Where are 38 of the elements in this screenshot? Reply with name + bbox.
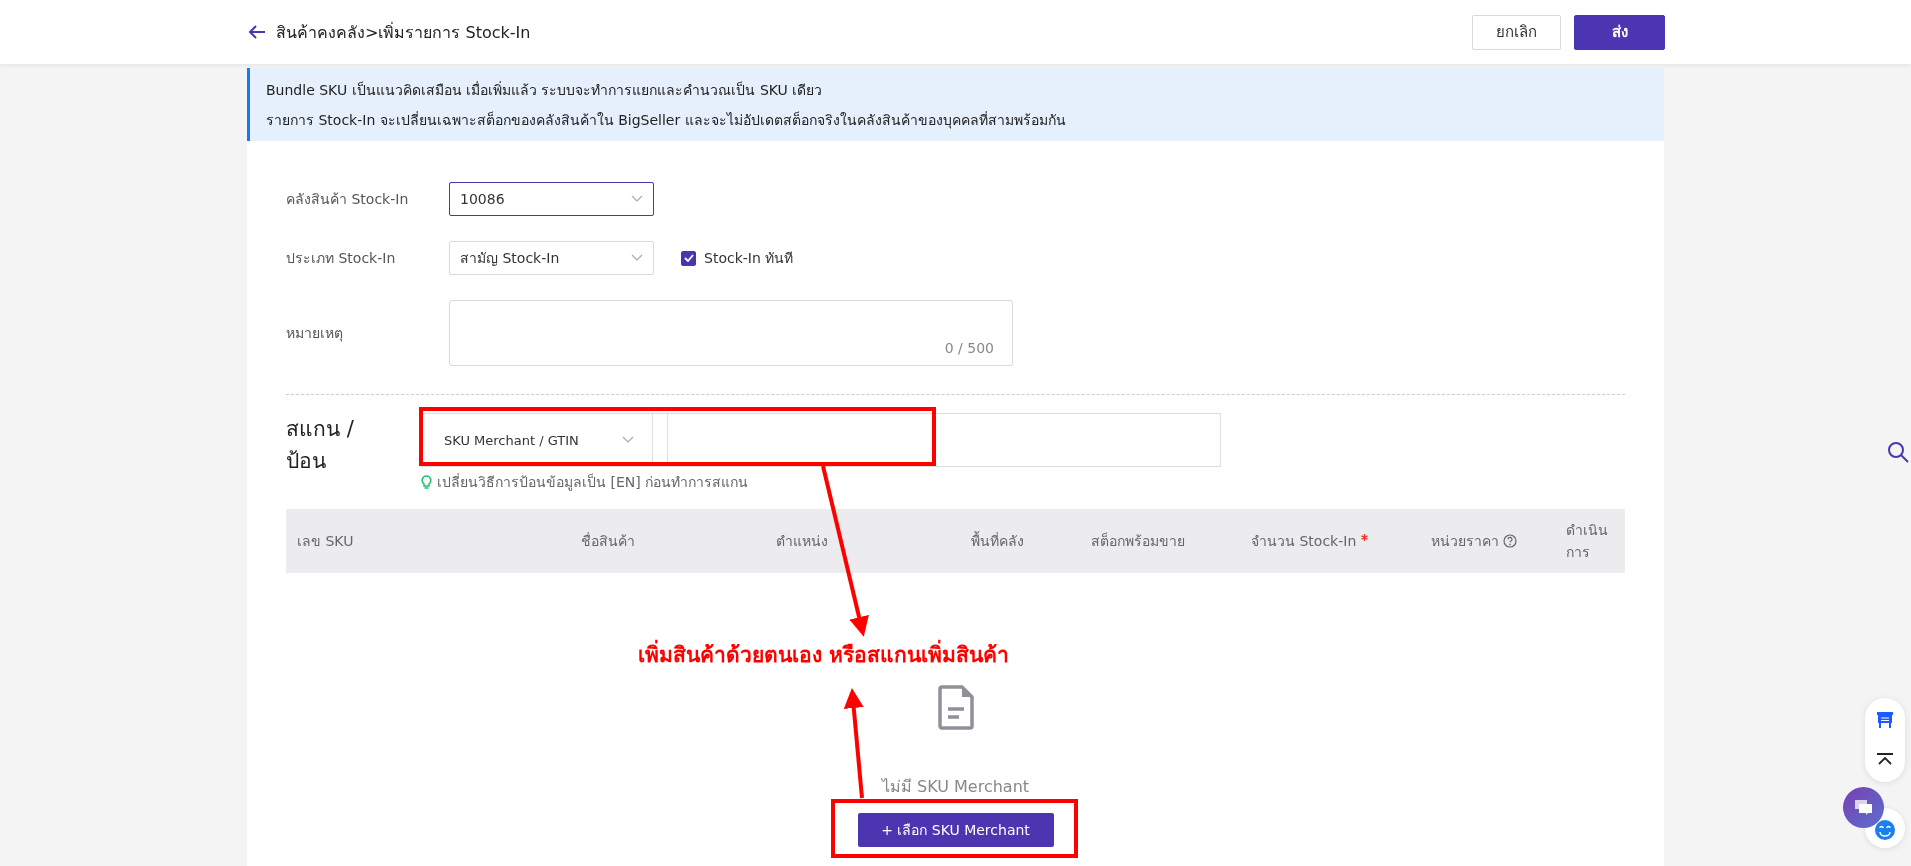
checkbox-label: Stock-In ทันที [704,249,794,268]
help-icon[interactable] [1503,534,1518,548]
column-header: เลข SKU [296,532,355,551]
chevron-down-icon [631,254,643,262]
notice-text: Bundle SKU เป็นแนวคิดเสมือน เมื่อเพิ่มแล้ว ระบบจะทำการแยกและคำนวณเป็น SKU เดียว [266,80,824,100]
smiley-icon [1875,820,1895,840]
field-label: คลังสินค้า Stock-In [286,190,410,209]
document-icon [937,685,974,730]
column-header: สต็อกพร้อมขาย [1090,531,1186,551]
empty-message: ไม่มี SKU Merchant [881,776,1030,798]
field-label: หมายเหตุ [286,324,344,344]
remark-field[interactable]: 0 / 500 [449,300,1013,366]
submit-button[interactable]: ส่ง [1574,14,1665,50]
search-icon[interactable] [1887,441,1909,463]
chat-bubbles-icon [1854,799,1873,816]
column-header: พื้นที่คลัง [970,530,1025,551]
chat-button[interactable] [1843,787,1884,828]
dropdown-field[interactable]: สามัญ Stock-In [449,241,654,275]
page-title: สินค้าคงคลัง>เพิ่มรายการ Stock-In [276,21,532,44]
column-header: หน่วยราคา [1420,530,1555,552]
scan-label: สแกน / ป้อน [286,416,355,475]
column-header: ดำเนินการ [1565,521,1606,562]
hint-text: เปลี่ยนวิธีการป้อนข้อมูลเป็น [EN] ก่อนทำการสแกน [437,472,749,493]
column-header: จำนวน Stock-In [1240,530,1420,552]
chevron-down-icon [631,195,643,203]
notice-text: รายการ Stock-In จะเปลี่ยนเฉพาะสต็อกของคลังสินค้าใน BigSeller และจะไม่อัปเดตสต็อกจริงในคลังสินค้าของบุคคลที่สามพร้อมกัน [266,110,1067,131]
easel-icon[interactable] [1876,711,1894,729]
select-sku-button[interactable]: + เลือก SKU Merchant [857,813,1054,847]
back-arrow-icon[interactable] [248,24,266,40]
field-label: ประเภท Stock-In [286,249,397,268]
cancel-button[interactable]: ยกเลิก [1472,14,1561,50]
annotation-text: เพิ่มสินค้าด้วยตนเอง หรือสแกนเพิ่มสินค้า [638,638,1010,671]
dropdown-field[interactable]: 10086 [449,182,654,216]
lightbulb-icon [421,474,432,490]
back-to-top-icon[interactable] [1877,753,1893,766]
checkbox[interactable] [681,250,696,266]
column-header: ตำแหน่ง [775,532,829,551]
column-header: ชื่อสินค้า [580,531,636,551]
